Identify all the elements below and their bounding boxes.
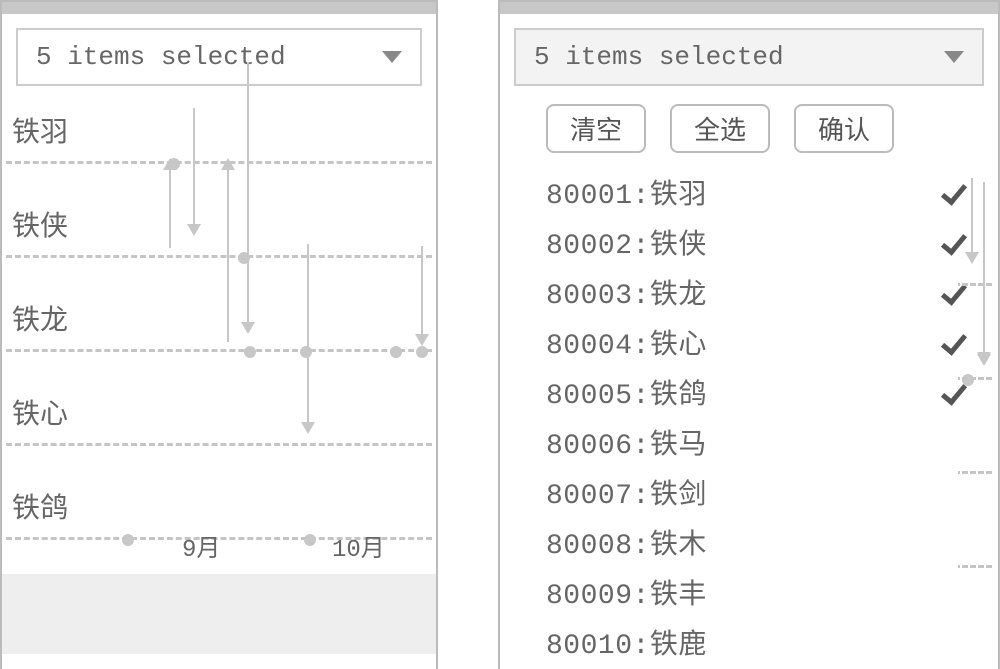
series-row: 铁鸽	[2, 432, 436, 526]
menu-item[interactable]: 80001:铁羽	[536, 167, 984, 217]
x-tick-label: 10月	[332, 528, 385, 564]
arrow-down-icon	[193, 108, 195, 224]
window-titlebar	[500, 2, 998, 14]
series-label: 铁羽	[12, 110, 68, 150]
menu-item-label: 80004:铁心	[546, 322, 707, 362]
dropdown-menu: 清空 全选 确认 80001:铁羽 80002:铁侠 80003:铁龙 80004:铁…	[536, 104, 984, 667]
confirm-button[interactable]: 确认	[794, 104, 894, 153]
menu-item[interactable]: 80007:铁剑	[536, 467, 984, 517]
arrow-down-icon	[971, 178, 973, 252]
arrow-up-icon	[169, 170, 171, 248]
chevron-down-icon	[944, 51, 964, 63]
clear-button[interactable]: 清空	[546, 104, 646, 153]
arrow-down-icon	[421, 246, 423, 334]
menu-item[interactable]: 80003:铁龙	[536, 267, 984, 317]
menu-item[interactable]: 80004:铁心	[536, 317, 984, 367]
series-row: 铁心	[2, 338, 436, 432]
menu-item-label: 80009:铁丰	[546, 572, 707, 612]
series-label: 铁侠	[12, 204, 68, 244]
menu-item[interactable]: 80005:铁鸽	[536, 367, 984, 417]
menu-item[interactable]: 80006:铁马	[536, 417, 984, 467]
select-all-button[interactable]: 全选	[670, 104, 770, 153]
chevron-down-icon	[382, 51, 402, 63]
menu-item[interactable]: 80008:铁木	[536, 517, 984, 567]
menu-item-label: 80007:铁剑	[546, 472, 707, 512]
arrow-up-icon	[227, 170, 229, 342]
event-timeline-chart: 铁羽 铁侠 铁龙 铁心 铁鸽	[2, 104, 436, 574]
arrow-down-icon	[307, 244, 309, 422]
dropdown-label: 5 items selected	[534, 42, 784, 72]
window-titlebar	[2, 2, 436, 14]
series-row: 铁羽	[2, 104, 436, 150]
menu-item-label: 80010:铁鹿	[546, 622, 707, 662]
series-label: 铁心	[12, 392, 68, 432]
right-panel: 5 items selected 清空 全选 确认 80001:铁羽 80002:…	[498, 0, 1000, 669]
menu-item-list: 80001:铁羽 80002:铁侠 80003:铁龙 80004:铁心 80005:铁鸽…	[536, 167, 984, 667]
series-row: 铁侠	[2, 150, 436, 244]
menu-item-label: 80006:铁马	[546, 422, 707, 462]
menu-item-label: 80008:铁木	[546, 522, 707, 562]
left-panel: 5 items selected 铁羽 铁侠 铁龙 铁心	[0, 0, 438, 669]
series-row: 铁龙	[2, 244, 436, 338]
series-label: 铁鸽	[12, 486, 68, 526]
chart-peek	[958, 178, 994, 669]
x-axis: 9月 10月	[2, 526, 436, 570]
x-tick-label: 9月	[182, 528, 220, 564]
menu-item-label: 80001:铁羽	[546, 172, 707, 212]
arrow-down-icon	[247, 62, 249, 322]
chart-footer-area	[2, 574, 436, 654]
menu-button-row: 清空 全选 确认	[546, 104, 984, 153]
series-select-dropdown[interactable]: 5 items selected	[16, 28, 422, 86]
series-select-dropdown-open[interactable]: 5 items selected	[514, 28, 984, 86]
menu-item[interactable]: 80002:铁侠	[536, 217, 984, 267]
series-label: 铁龙	[12, 298, 68, 338]
menu-item[interactable]: 80009:铁丰	[536, 567, 984, 617]
menu-item[interactable]: 80010:铁鹿	[536, 617, 984, 667]
arrow-down-icon	[983, 276, 985, 354]
menu-item-label: 80002:铁侠	[546, 222, 707, 262]
menu-item-label: 80003:铁龙	[546, 272, 707, 312]
menu-item-label: 80005:铁鸽	[546, 372, 707, 412]
